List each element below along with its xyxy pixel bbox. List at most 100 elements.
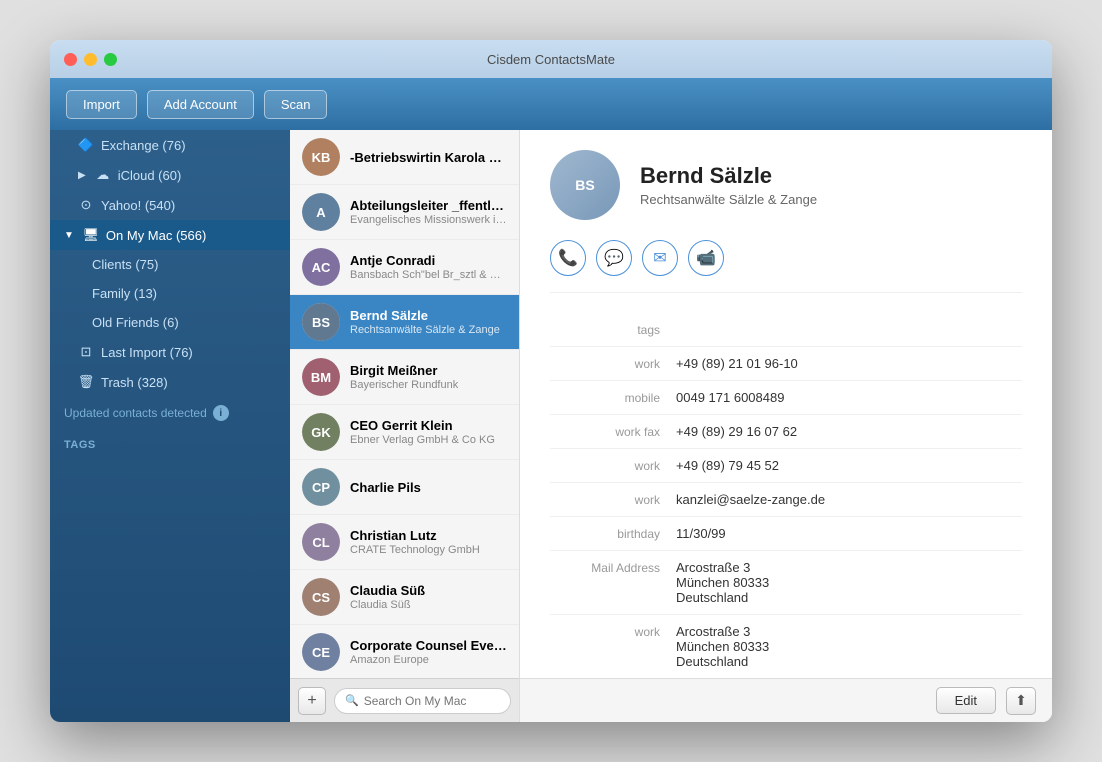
field-row: Mail Address Arcostraße 3München 80333De… [550, 551, 1022, 615]
sidebar-item-trash[interactable]: 🗑 Trash (328) [50, 367, 290, 397]
share-button[interactable]: ⬆ [1006, 687, 1036, 715]
email-action-button[interactable]: ✉ [642, 240, 678, 276]
contact-avatar: CL [302, 523, 340, 561]
exchange-label: Exchange (76) [101, 138, 186, 153]
sidebar-item-clients[interactable]: Clients (75) [50, 250, 290, 279]
field-value: +49 (89) 29 16 07 62 [676, 424, 1022, 439]
sidebar-item-yahoo[interactable]: ⊙ Yahoo! (540) [50, 190, 290, 220]
contact-info: CEO Gerrit Klein Ebner Verlag GmbH & Co … [350, 418, 507, 446]
contact-item[interactable]: CL Christian Lutz CRATE Technology GmbH [290, 515, 519, 570]
mac-label: On My Mac (566) [106, 228, 206, 243]
field-row: birthday 11/30/99 [550, 517, 1022, 551]
mac-icon: 🖥 [83, 227, 99, 243]
sidebar-item-icloud[interactable]: ▶ ☁ iCloud (60) [50, 160, 290, 190]
add-contact-button[interactable]: + [298, 687, 326, 715]
icloud-icon: ☁ [95, 167, 111, 183]
window-controls [64, 53, 117, 66]
field-label: birthday [550, 526, 660, 541]
video-action-button[interactable]: 📹 [688, 240, 724, 276]
contact-avatar: BM [302, 358, 340, 396]
last-import-label: Last Import (76) [101, 345, 193, 360]
search-input[interactable] [364, 694, 500, 708]
contact-list-footer: + 🔍 [290, 678, 519, 722]
field-value: 11/30/99 [676, 526, 1022, 541]
contact-info: Birgit Meißner Bayerischer Rundfunk [350, 363, 507, 391]
scan-button[interactable]: Scan [264, 90, 328, 119]
contact-item[interactable]: AC Antje Conradi Bansbach Sch"bel Br_szt… [290, 240, 519, 295]
import-button[interactable]: Import [66, 90, 137, 119]
contact-item[interactable]: KB -Betriebswirtin Karola Beil [290, 130, 519, 185]
contact-sub: Claudia Süß [350, 599, 507, 611]
contact-name: Charlie Pils [350, 480, 507, 495]
contact-item[interactable]: GK CEO Gerrit Klein Ebner Verlag GmbH & … [290, 405, 519, 460]
sidebar-item-exchange[interactable]: 🔷 Exchange (76) [50, 130, 290, 160]
contact-item[interactable]: BM Birgit Meißner Bayerischer Rundfunk [290, 350, 519, 405]
detail-org: Rechtsanwälte Sälzle & Zange [640, 192, 817, 207]
field-value: 0049 171 6008489 [676, 390, 1022, 405]
contact-avatar: CE [302, 633, 340, 671]
detail-actions: 📞 💬 ✉ 📹 [550, 240, 1022, 293]
field-label: work [550, 458, 660, 473]
field-row: tags [550, 313, 1022, 347]
detail-scroll[interactable]: BS Bernd Sälzle Rechtsanwälte Sälzle & Z… [520, 130, 1052, 678]
maximize-button[interactable] [104, 53, 117, 66]
contact-avatar: A [302, 193, 340, 231]
info-icon: i [213, 405, 229, 421]
contact-info: Bernd Sälzle Rechtsanwälte Sälzle & Zang… [350, 308, 507, 336]
share-icon: ⬆ [1015, 692, 1027, 709]
contact-list: KB -Betriebswirtin Karola Beil A Abteilu… [290, 130, 520, 722]
close-button[interactable] [64, 53, 77, 66]
field-label: Mail Address [550, 560, 660, 575]
message-action-button[interactable]: 💬 [596, 240, 632, 276]
tags-section-header: Tags [50, 429, 290, 455]
window-title: Cisdem ContactsMate [487, 52, 615, 67]
field-row: work Arcostraße 3München 80333Deutschlan… [550, 615, 1022, 678]
field-label: tags [550, 322, 660, 337]
contact-list-scroll[interactable]: KB -Betriebswirtin Karola Beil A Abteilu… [290, 130, 519, 678]
detail-header: BS Bernd Sälzle Rechtsanwälte Sälzle & Z… [550, 150, 1022, 220]
trash-icon: 🗑 [78, 374, 94, 390]
field-label: mobile [550, 390, 660, 405]
contact-sub: Rechtsanwälte Sälzle & Zange [350, 324, 507, 336]
contact-item[interactable]: BS Bernd Sälzle Rechtsanwälte Sälzle & Z… [290, 295, 519, 350]
avatar-initials: BS [550, 150, 620, 220]
contact-info: Christian Lutz CRATE Technology GmbH [350, 528, 507, 556]
minimize-button[interactable] [84, 53, 97, 66]
field-row: work kanzlei@saelze-zange.de [550, 483, 1022, 517]
detail-avatar: BS [550, 150, 620, 220]
phone-action-button[interactable]: 📞 [550, 240, 586, 276]
contact-name: Corporate Counsel Evelyn... [350, 638, 507, 653]
detail-footer: Edit ⬆ [520, 678, 1052, 722]
sidebar-item-old-friends[interactable]: Old Friends (6) [50, 308, 290, 337]
main-area: 🔷 Exchange (76) ▶ ☁ iCloud (60) ⊙ Yahoo!… [50, 130, 1052, 722]
contact-avatar: GK [302, 413, 340, 451]
contact-item[interactable]: CS Claudia Süß Claudia Süß [290, 570, 519, 625]
contact-sub: Evangelisches Missionswerk in Deu [350, 214, 507, 226]
sidebar: 🔷 Exchange (76) ▶ ☁ iCloud (60) ⊙ Yahoo!… [50, 130, 290, 722]
field-value: Arcostraße 3München 80333Deutschland [676, 624, 1022, 669]
yahoo-label: Yahoo! (540) [101, 198, 175, 213]
detail-fields: tags work +49 (89) 21 01 96-10 mobile 00… [550, 313, 1022, 678]
trash-label: Trash (328) [101, 375, 168, 390]
contact-name: Bernd Sälzle [350, 308, 507, 323]
contact-item[interactable]: CE Corporate Counsel Evelyn... Amazon Eu… [290, 625, 519, 678]
sidebar-item-last-import[interactable]: ⊡ Last Import (76) [50, 337, 290, 367]
mac-arrow: ▼ [64, 230, 74, 241]
old-friends-label: Old Friends (6) [92, 315, 179, 330]
contact-sub: Bansbach Sch"bel Br_sztl & Partne [350, 269, 507, 281]
contact-name: Christian Lutz [350, 528, 507, 543]
add-account-button[interactable]: Add Account [147, 90, 254, 119]
contact-name: Abteilungsleiter _ffentlichk... [350, 198, 507, 213]
video-icon: 📹 [696, 248, 716, 268]
edit-button[interactable]: Edit [936, 687, 996, 714]
contact-info: Charlie Pils [350, 480, 507, 495]
contact-item[interactable]: A Abteilungsleiter _ffentlichk... Evange… [290, 185, 519, 240]
email-icon: ✉ [653, 248, 666, 268]
updated-contacts-notice[interactable]: Updated contacts detected i [50, 397, 290, 429]
search-icon: 🔍 [345, 694, 359, 707]
detail-name: Bernd Sälzle [640, 163, 817, 189]
contact-item[interactable]: CP Charlie Pils [290, 460, 519, 515]
sidebar-item-on-my-mac[interactable]: ▼ 🖥 On My Mac (566) [50, 220, 290, 250]
clients-label: Clients (75) [92, 257, 158, 272]
sidebar-item-family[interactable]: Family (13) [50, 279, 290, 308]
